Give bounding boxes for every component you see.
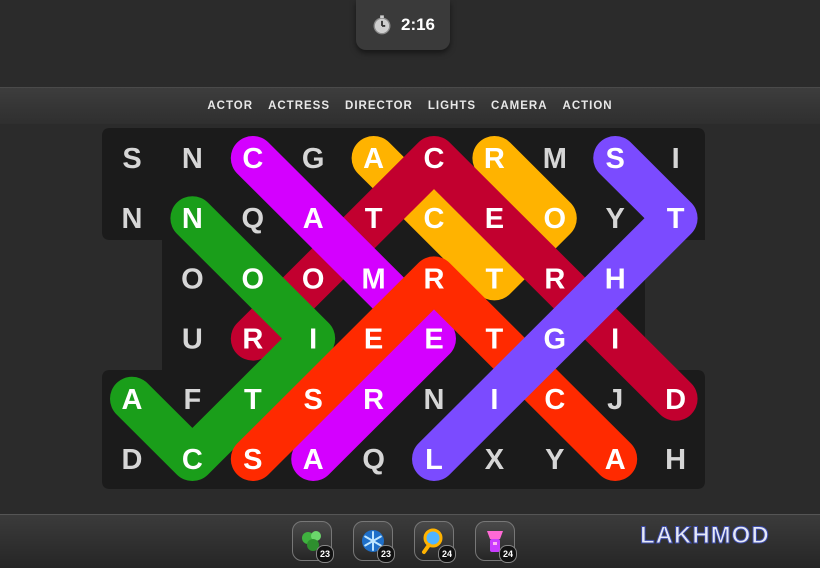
letter-grid-board[interactable]: S N C G A C R M S IN N Q A T C E O Y TO O O M R T R HU R I E E T G IA F T S… xyxy=(0,0,820,567)
grid-letter[interactable]: I xyxy=(672,143,680,175)
grid-letter[interactable]: R xyxy=(363,384,384,416)
grid-letter[interactable]: G xyxy=(302,143,325,175)
grid-letter[interactable]: C xyxy=(544,384,565,416)
watermark-logo: LAKHMOD xyxy=(640,522,770,550)
grid-letter[interactable]: C xyxy=(182,444,203,476)
freeze-powerup[interactable]: 23 xyxy=(353,521,395,563)
grid-letter[interactable]: N xyxy=(122,203,143,235)
powerup-count: 24 xyxy=(438,545,456,563)
grid-letter[interactable]: A xyxy=(303,444,324,476)
grid-letter[interactable]: S xyxy=(243,444,262,476)
grid-letter[interactable]: T xyxy=(486,263,504,295)
grid-letter[interactable]: O xyxy=(181,263,204,295)
magnifier-powerup[interactable]: 24 xyxy=(414,521,456,563)
grid-letter[interactable]: E xyxy=(424,324,443,356)
grid-letter[interactable]: Q xyxy=(242,203,265,235)
grid-letter[interactable]: S xyxy=(606,143,625,175)
grid-letter[interactable]: D xyxy=(665,384,686,416)
grid-letter[interactable]: M xyxy=(362,263,386,295)
grid-letter[interactable]: G xyxy=(544,324,567,356)
grid-letter[interactable]: O xyxy=(544,203,567,235)
grid-letter[interactable]: O xyxy=(242,263,265,295)
grid-letter[interactable]: X xyxy=(485,444,505,476)
grid-letter[interactable]: R xyxy=(242,324,263,356)
grid-letter[interactable]: A xyxy=(363,143,384,175)
grid-letter[interactable]: T xyxy=(365,203,383,235)
hint-cluster-powerup[interactable]: 23 xyxy=(292,521,334,563)
grid-letter[interactable]: S xyxy=(122,143,141,175)
grid-letter[interactable]: Y xyxy=(606,203,625,235)
grid-letter[interactable]: I xyxy=(490,384,498,416)
grid-letter[interactable]: I xyxy=(309,324,317,356)
grid-letter[interactable]: Q xyxy=(362,444,385,476)
grid-letter[interactable]: J xyxy=(607,384,623,416)
grid-letter[interactable]: T xyxy=(244,384,262,416)
grid-letter[interactable]: U xyxy=(182,324,203,356)
grid-letter[interactable]: R xyxy=(484,143,505,175)
grid-letter[interactable]: H xyxy=(665,444,686,476)
grid-letter[interactable]: C xyxy=(424,203,445,235)
grid-letter[interactable]: S xyxy=(304,384,323,416)
grid-letter[interactable]: T xyxy=(486,324,504,356)
powerup-count: 23 xyxy=(316,545,334,563)
grid-letter[interactable]: M xyxy=(543,143,567,175)
grid-letter[interactable]: N xyxy=(182,143,203,175)
grid-letter[interactable]: Y xyxy=(545,444,564,476)
grid-letter[interactable]: C xyxy=(424,143,445,175)
flashlight-powerup[interactable]: 24 xyxy=(475,521,517,563)
grid-letter[interactable]: H xyxy=(605,263,626,295)
grid-letter[interactable]: E xyxy=(485,203,504,235)
grid-letter[interactable]: I xyxy=(611,324,619,356)
grid-letter[interactable]: E xyxy=(364,324,383,356)
powerup-count: 23 xyxy=(377,545,395,563)
grid-letter[interactable]: C xyxy=(242,143,263,175)
grid-letter[interactable]: N xyxy=(182,203,203,235)
grid-letter[interactable]: O xyxy=(302,263,325,295)
grid-letter[interactable]: D xyxy=(122,444,143,476)
grid-letter[interactable]: A xyxy=(122,384,143,416)
grid-letter[interactable]: A xyxy=(605,444,626,476)
powerup-count: 24 xyxy=(499,545,517,563)
grid-letter[interactable]: R xyxy=(544,263,565,295)
grid-letter[interactable]: T xyxy=(667,203,685,235)
grid-letter[interactable]: R xyxy=(424,263,445,295)
grid-letter[interactable]: N xyxy=(424,384,445,416)
grid-letter[interactable]: L xyxy=(425,444,443,476)
grid-letter[interactable]: F xyxy=(184,384,202,416)
grid-letter[interactable]: A xyxy=(303,203,324,235)
